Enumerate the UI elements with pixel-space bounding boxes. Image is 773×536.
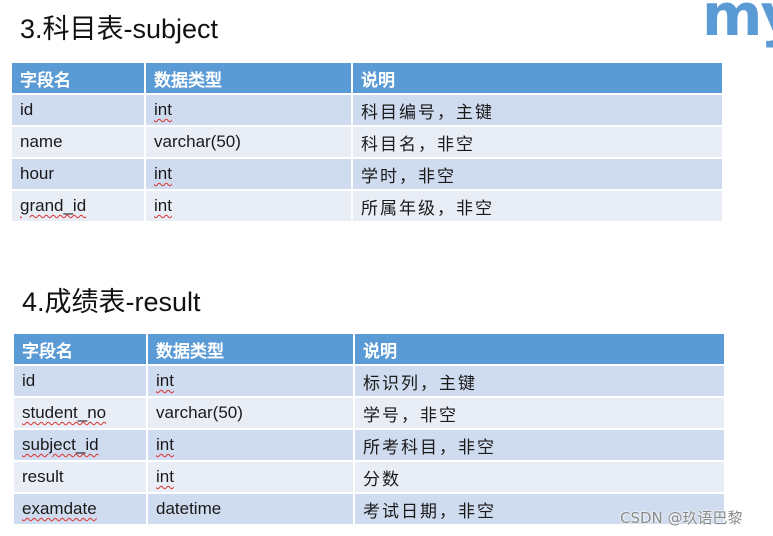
table-row: result int 分数 bbox=[14, 462, 724, 494]
field-name-cell: name bbox=[12, 127, 146, 159]
field-name-cell: grand_id bbox=[12, 191, 146, 223]
data-type-cell: int bbox=[146, 191, 353, 223]
table-row: grand_id int 所属年级，非空 bbox=[12, 191, 722, 223]
field-name-cell: id bbox=[14, 366, 148, 398]
field-name-cell: id bbox=[12, 95, 146, 127]
table-row: student_no varchar(50) 学号，非空 bbox=[14, 398, 724, 430]
field-name-text: subject_id bbox=[22, 435, 99, 454]
column-header-desc: 说明 bbox=[353, 63, 722, 95]
data-type-cell: varchar(50) bbox=[148, 398, 355, 430]
subject-table: 字段名 数据类型 说明 id int 科目编号，主键 name varchar(… bbox=[12, 63, 722, 223]
table-row: id int 科目编号，主键 bbox=[12, 95, 722, 127]
description-cell: 学时，非空 bbox=[353, 159, 722, 191]
watermark: CSDN @玖语巴黎 bbox=[620, 509, 743, 527]
table-header-row: 字段名 数据类型 说明 bbox=[14, 334, 724, 366]
section-title-subject: 3.科目表-subject bbox=[20, 14, 219, 44]
table-row: name varchar(50) 科目名，非空 bbox=[12, 127, 722, 159]
data-type-text: int bbox=[154, 100, 172, 119]
data-type-cell: datetime bbox=[148, 494, 355, 526]
data-type-cell: int bbox=[146, 159, 353, 191]
result-table: 字段名 数据类型 说明 id int 标识列，主键 student_no var… bbox=[14, 334, 724, 526]
field-name-text: examdate bbox=[22, 499, 97, 518]
table-header-row: 字段名 数据类型 说明 bbox=[12, 63, 722, 95]
data-type-cell: int bbox=[148, 366, 355, 398]
data-type-text: int bbox=[154, 164, 172, 183]
data-type-text: int bbox=[156, 467, 174, 486]
table-row: examdate datetime 考试日期，非空 bbox=[14, 494, 724, 526]
table-row: subject_id int 所考科目，非空 bbox=[14, 430, 724, 462]
field-name-cell: hour bbox=[12, 159, 146, 191]
field-name-cell: subject_id bbox=[14, 430, 148, 462]
data-type-text: int bbox=[154, 196, 172, 215]
column-header-type: 数据类型 bbox=[146, 63, 353, 95]
description-cell: 分数 bbox=[355, 462, 724, 494]
section-title-result: 4.成绩表-result bbox=[22, 287, 201, 317]
column-header-type: 数据类型 bbox=[148, 334, 355, 366]
data-type-cell: int bbox=[148, 430, 355, 462]
description-cell: 所属年级，非空 bbox=[353, 191, 722, 223]
description-cell: 科目编号，主键 bbox=[353, 95, 722, 127]
data-type-text: int bbox=[156, 371, 174, 390]
table-row: hour int 学时，非空 bbox=[12, 159, 722, 191]
description-cell: 科目名，非空 bbox=[353, 127, 722, 159]
field-name-cell: result bbox=[14, 462, 148, 494]
description-cell: 标识列，主键 bbox=[355, 366, 724, 398]
field-name-text: grand_id bbox=[20, 196, 87, 215]
field-name-cell: student_no bbox=[14, 398, 148, 430]
data-type-cell: int bbox=[146, 95, 353, 127]
data-type-cell: varchar(50) bbox=[146, 127, 353, 159]
data-type-text: int bbox=[156, 435, 174, 454]
field-name-text: student_no bbox=[22, 403, 107, 422]
column-header-desc: 说明 bbox=[355, 334, 724, 366]
field-name-cell: examdate bbox=[14, 494, 148, 526]
logo-text: my bbox=[702, 0, 773, 49]
description-cell: 学号，非空 bbox=[355, 398, 724, 430]
description-cell: 所考科目，非空 bbox=[355, 430, 724, 462]
column-header-field: 字段名 bbox=[14, 334, 148, 366]
data-type-cell: int bbox=[148, 462, 355, 494]
column-header-field: 字段名 bbox=[12, 63, 146, 95]
table-row: id int 标识列，主键 bbox=[14, 366, 724, 398]
